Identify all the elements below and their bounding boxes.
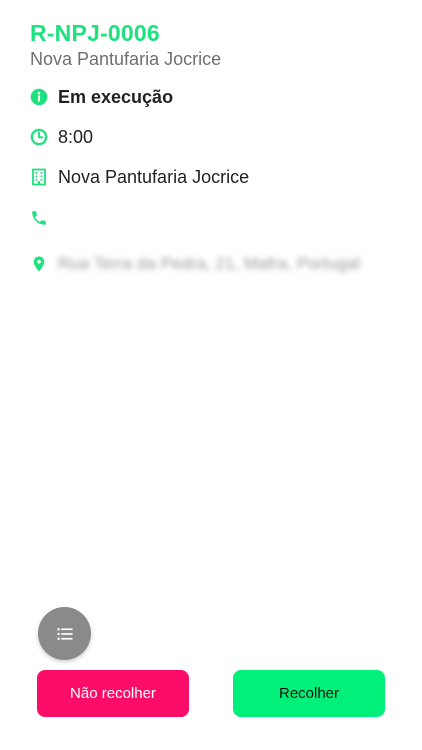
order-header: R-NPJ-0006 Nova Pantufaria Jocrice bbox=[30, 20, 402, 70]
address-text[interactable]: Rua Terra da Pedra, 21, Mafra, Portugal bbox=[58, 253, 360, 275]
info-icon bbox=[30, 88, 48, 106]
menu-fab-button[interactable] bbox=[38, 607, 91, 660]
clock-icon bbox=[30, 128, 48, 146]
status-row: Em execução bbox=[30, 85, 402, 109]
list-icon bbox=[55, 624, 75, 644]
order-code: R-NPJ-0006 bbox=[30, 20, 160, 46]
phone-row[interactable] bbox=[30, 206, 402, 230]
time-row: 8:00 bbox=[30, 125, 402, 149]
client-name: Nova Pantufaria Jocrice bbox=[58, 167, 250, 187]
client-row: Nova Pantufaria Jocrice bbox=[30, 165, 402, 189]
reject-button[interactable]: Não recolher bbox=[37, 670, 189, 717]
accept-button[interactable]: Recolher bbox=[233, 670, 385, 717]
building-icon bbox=[30, 168, 48, 186]
order-subtitle: Nova Pantufaria Jocrice bbox=[30, 49, 222, 69]
address-row[interactable]: Rua Terra da Pedra, 21, Mafra, Portugal bbox=[30, 252, 402, 276]
status-text: Em execução bbox=[58, 87, 174, 107]
time-text: 8:00 bbox=[58, 127, 94, 147]
map-pin-icon bbox=[30, 255, 48, 273]
phone-icon[interactable] bbox=[30, 209, 48, 227]
